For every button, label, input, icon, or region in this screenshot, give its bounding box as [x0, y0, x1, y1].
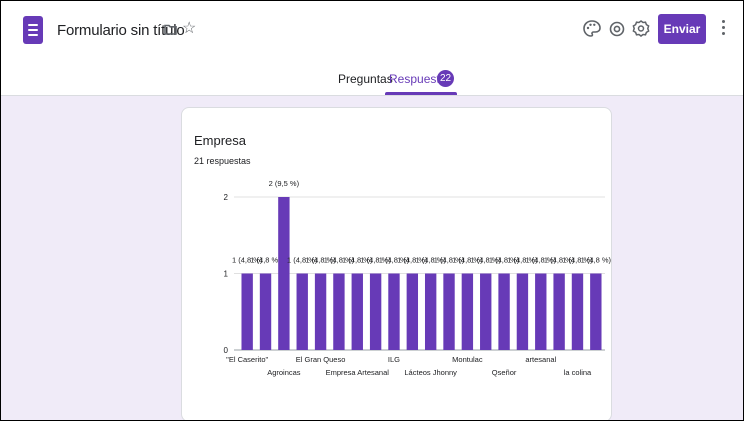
bar — [535, 273, 547, 350]
active-tab-indicator — [385, 92, 457, 95]
bar — [388, 273, 400, 350]
bar — [571, 273, 584, 350]
question-summary-card: Empresa 21 respuestas 0121 (4,8 %) "El Ca… — [181, 107, 612, 420]
settings-icon[interactable] — [631, 19, 651, 39]
bar — [406, 273, 419, 350]
bar — [516, 273, 529, 350]
bar — [480, 273, 492, 350]
folder-icon[interactable] — [164, 24, 177, 35]
category-label: Lácteos Jhonny — [404, 368, 457, 377]
bar — [296, 273, 308, 350]
bar — [369, 273, 382, 350]
category-label: la colina — [564, 368, 592, 377]
palette-icon[interactable] — [582, 19, 602, 39]
category-label: Empresa Artesanal — [326, 368, 390, 377]
y-tick-label: 1 — [224, 270, 229, 279]
forms-logo-icon[interactable] — [23, 16, 43, 44]
bar — [259, 273, 272, 350]
category-label: ILG — [388, 355, 400, 364]
tab-preguntas[interactable]: Preguntas — [338, 72, 393, 86]
y-tick-label: 0 — [224, 346, 229, 355]
bar — [314, 273, 327, 350]
bar-chart: 0 1 2 1 (4,8 %) "El Caserito" 1 (4,8 %) 2 (9,5… — [224, 179, 611, 377]
more-options-icon[interactable] — [722, 20, 726, 38]
bar — [443, 273, 455, 350]
preview-icon[interactable] — [607, 19, 627, 39]
bar — [461, 273, 474, 350]
category-label: artesanal — [525, 355, 556, 364]
top-bar: Formulario sin título ☆ Enviar — [1, 1, 743, 60]
category-label: Qseñor — [492, 368, 517, 377]
data-label: 1 (4,8 %) — [581, 256, 611, 265]
bar — [278, 197, 290, 350]
category-label: Agroincas — [267, 368, 301, 377]
bar — [424, 273, 437, 350]
bar — [553, 273, 565, 350]
y-tick-label: 2 — [224, 193, 229, 202]
category-label: Montulac — [452, 355, 483, 364]
data-label: 1 (4,8 %) — [250, 256, 281, 265]
responses-count-badge: 22 — [437, 70, 454, 87]
star-icon[interactable]: ☆ — [182, 21, 196, 37]
category-label: "El Caserito" — [226, 355, 268, 364]
send-button[interactable]: Enviar — [658, 14, 706, 44]
data-label: 2 (9,5 %) — [269, 179, 300, 188]
bar — [590, 273, 602, 350]
app-frame: Formulario sin título ☆ Enviar Preguntas… — [0, 0, 744, 421]
bar — [498, 273, 510, 350]
bar — [351, 273, 363, 350]
category-label: El Gran Queso — [296, 355, 346, 364]
bar — [241, 273, 253, 350]
bar — [333, 273, 345, 350]
tabs-bar: Preguntas Respuestas 22 — [1, 60, 743, 96]
